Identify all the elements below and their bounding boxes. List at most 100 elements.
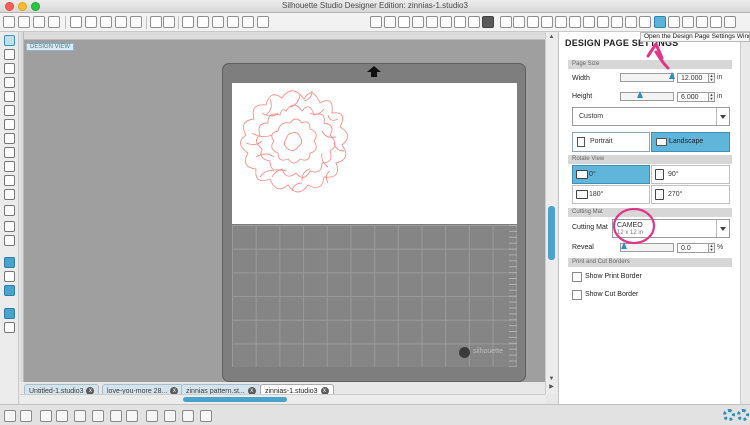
- zinnia-flower-design[interactable]: [232, 83, 517, 224]
- store-view-icon[interactable]: [4, 285, 15, 296]
- offset-icon[interactable]: [583, 16, 595, 28]
- redo-icon[interactable]: [163, 16, 175, 28]
- gear-icon[interactable]: [723, 409, 735, 421]
- print-icon[interactable]: [48, 16, 60, 28]
- duplicate-icon[interactable]: [130, 16, 142, 28]
- panel-scrollbar[interactable]: [740, 32, 750, 404]
- make-compound-icon[interactable]: [40, 410, 52, 422]
- knife-tool-icon[interactable]: [4, 235, 15, 246]
- library-view-icon[interactable]: [4, 271, 15, 282]
- duplicate-bottom-icon[interactable]: [146, 410, 158, 422]
- scale-icon[interactable]: [569, 16, 581, 28]
- freehand-tool-icon[interactable]: [4, 161, 15, 172]
- layers-bottom-icon[interactable]: [200, 410, 212, 422]
- transform-icon[interactable]: [527, 16, 539, 28]
- grid-icon[interactable]: [682, 16, 694, 28]
- text-tool-icon[interactable]: [4, 205, 15, 216]
- smooth-freehand-icon[interactable]: [4, 175, 15, 186]
- trace-icon[interactable]: [597, 16, 609, 28]
- pan-icon[interactable]: [182, 16, 194, 28]
- canvas-vertical-scroll-thumb[interactable]: [548, 206, 555, 260]
- cutting-mat-select[interactable]: CAMEO 12 x 12 in: [612, 219, 730, 238]
- paste-icon[interactable]: [115, 16, 127, 28]
- scroll-down-icon[interactable]: ▼: [547, 376, 556, 383]
- reveal-field[interactable]: 0.0: [677, 243, 709, 253]
- eraser-tool-icon[interactable]: [4, 221, 15, 232]
- polygon-tool-icon[interactable]: [4, 119, 15, 130]
- canvas-horizontal-scrollbar[interactable]: [20, 394, 545, 404]
- gear-secondary-icon[interactable]: [737, 409, 749, 421]
- zoom-drag-icon[interactable]: [242, 16, 254, 28]
- split-view-icon[interactable]: [4, 322, 15, 333]
- shape-pentagon-icon[interactable]: [440, 16, 452, 28]
- design-page-settings-icon[interactable]: [654, 16, 666, 28]
- move-icon[interactable]: [541, 16, 553, 28]
- delete-icon[interactable]: [92, 410, 104, 422]
- curve-tool-icon[interactable]: [4, 133, 15, 144]
- library-icon[interactable]: [611, 16, 623, 28]
- width-field[interactable]: 12.000: [677, 73, 709, 83]
- panel-toggle-icon[interactable]: [4, 308, 15, 319]
- zoom-box-icon[interactable]: [227, 16, 239, 28]
- fit-icon[interactable]: [257, 16, 269, 28]
- select-all-icon[interactable]: [370, 16, 382, 28]
- save-icon[interactable]: [33, 16, 45, 28]
- layers-icon[interactable]: [724, 16, 736, 28]
- new-icon[interactable]: [3, 16, 15, 28]
- width-slider[interactable]: [620, 72, 675, 82]
- flip-icon[interactable]: [182, 410, 194, 422]
- ungroup-bottom-icon[interactable]: [20, 410, 32, 422]
- height-stepper[interactable]: ▲ ▼: [708, 92, 715, 102]
- height-slider[interactable]: [620, 91, 674, 101]
- weld-icon[interactable]: [74, 410, 86, 422]
- copy-icon[interactable]: [100, 16, 112, 28]
- open-icon[interactable]: [18, 16, 30, 28]
- text-icon[interactable]: [513, 16, 525, 28]
- zoom-out-icon[interactable]: [212, 16, 224, 28]
- ungroup-icon[interactable]: [398, 16, 410, 28]
- send-icon[interactable]: [710, 16, 722, 28]
- page-size-select[interactable]: Custom: [572, 107, 730, 126]
- send-to-cut-icon[interactable]: [70, 16, 82, 28]
- rotate-180-button[interactable]: 180°: [572, 185, 650, 204]
- height-field[interactable]: 6.000: [677, 92, 709, 102]
- select-tool-icon[interactable]: [4, 35, 15, 46]
- ellipse-tool-icon[interactable]: [4, 105, 15, 116]
- preferences-icon[interactable]: [696, 16, 708, 28]
- reveal-slider[interactable]: [620, 242, 674, 252]
- rounded-rect-tool-icon[interactable]: [4, 91, 15, 102]
- compound-path-icon[interactable]: [412, 16, 424, 28]
- scroll-up-icon[interactable]: ▲: [547, 34, 556, 41]
- registration-icon[interactable]: [668, 16, 680, 28]
- landscape-button[interactable]: Landscape: [651, 132, 730, 152]
- rotate-270-button[interactable]: 270°: [651, 185, 730, 204]
- shape-icon[interactable]: [454, 16, 466, 28]
- release-compound-icon[interactable]: [56, 410, 68, 422]
- canvas-horizontal-scroll-thumb[interactable]: [183, 397, 287, 402]
- group-icon[interactable]: [384, 16, 396, 28]
- show-cut-border-checkbox[interactable]: [572, 290, 582, 300]
- design-view-icon[interactable]: [4, 257, 15, 268]
- release-path-icon[interactable]: [426, 16, 438, 28]
- polyline-tool-icon[interactable]: [4, 189, 15, 200]
- group-bottom-icon[interactable]: [4, 410, 16, 422]
- width-stepper[interactable]: ▲ ▼: [708, 73, 715, 83]
- replicate-icon[interactable]: [468, 16, 480, 28]
- point-edit-icon[interactable]: [4, 49, 15, 60]
- mirror-icon[interactable]: [164, 410, 176, 422]
- cut-icon[interactable]: [85, 16, 97, 28]
- rotate-90-button[interactable]: 90°: [651, 165, 730, 184]
- reveal-stepper[interactable]: ▲ ▼: [708, 243, 715, 253]
- canvas-vertical-scrollbar[interactable]: ▲ ▼ ▶: [545, 32, 557, 394]
- scroll-right-icon[interactable]: ▶: [547, 384, 556, 391]
- zoom-in-icon[interactable]: [197, 16, 209, 28]
- bring-forward-icon[interactable]: [110, 410, 122, 422]
- show-print-border-checkbox[interactable]: [572, 272, 582, 282]
- align-icon[interactable]: [500, 16, 512, 28]
- rotate-icon[interactable]: [555, 16, 567, 28]
- arc-tool-icon[interactable]: [4, 147, 15, 158]
- line-tool-icon[interactable]: [4, 63, 15, 74]
- store-icon[interactable]: [625, 16, 637, 28]
- rectangle-tool-icon[interactable]: [4, 77, 15, 88]
- portrait-button[interactable]: Portrait: [572, 132, 650, 152]
